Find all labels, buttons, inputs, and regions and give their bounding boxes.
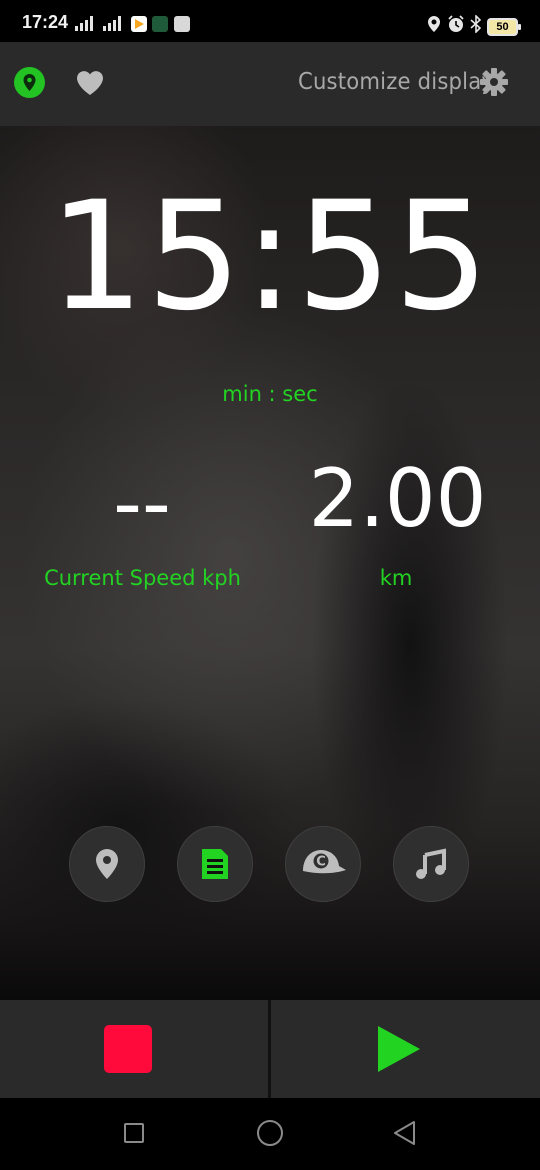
- stop-button[interactable]: [0, 1000, 268, 1098]
- coach-letter: C: [316, 855, 326, 870]
- status-time: 17:24: [22, 12, 69, 32]
- location-pin-icon: [96, 849, 118, 879]
- settings-button[interactable]: [478, 66, 510, 98]
- gps-status-button[interactable]: [14, 67, 45, 98]
- play-icon: [378, 1026, 420, 1072]
- signal-icon: [103, 15, 121, 31]
- current-speed-value: --: [113, 457, 171, 550]
- coach-button[interactable]: C: [285, 826, 361, 902]
- distance-label: km: [379, 566, 413, 590]
- elapsed-time-unit: min : sec: [222, 382, 318, 406]
- back-icon[interactable]: [392, 1120, 418, 1146]
- music-note-icon: [416, 848, 446, 879]
- stop-icon: [104, 1025, 152, 1073]
- app-icon: [174, 16, 190, 32]
- workout-display: 15:55 min : sec -- 2.00 Current Speed kp…: [0, 126, 540, 1000]
- alarm-icon: [448, 15, 464, 32]
- home-icon[interactable]: [257, 1120, 283, 1146]
- app-bar: Customize display: [0, 42, 540, 126]
- elapsed-time: 15:55: [48, 170, 492, 344]
- gear-icon: [480, 68, 508, 96]
- document-icon: [202, 849, 228, 879]
- heart-icon: [77, 71, 103, 95]
- bluetooth-icon: [470, 15, 482, 33]
- favorite-button[interactable]: [74, 67, 106, 99]
- customize-display-button[interactable]: Customize display: [298, 69, 494, 95]
- music-button[interactable]: [393, 826, 469, 902]
- recent-apps-icon[interactable]: [124, 1123, 144, 1143]
- notes-button[interactable]: [177, 826, 253, 902]
- signal-icon: [75, 15, 93, 31]
- play-button[interactable]: [271, 1000, 540, 1098]
- location-pin-icon: [23, 74, 36, 91]
- distance-value: 2.00: [308, 452, 487, 545]
- play-store-icon: [131, 16, 147, 32]
- battery-icon: 50: [487, 18, 521, 36]
- cap-icon: C: [303, 850, 346, 874]
- workout-controls: [0, 1000, 540, 1098]
- status-bar: 17:24 50: [0, 0, 540, 42]
- location-icon: [428, 16, 440, 32]
- run-app-icon: [152, 16, 168, 32]
- current-speed-label: Current Speed kph: [44, 566, 241, 590]
- map-button[interactable]: [69, 826, 145, 902]
